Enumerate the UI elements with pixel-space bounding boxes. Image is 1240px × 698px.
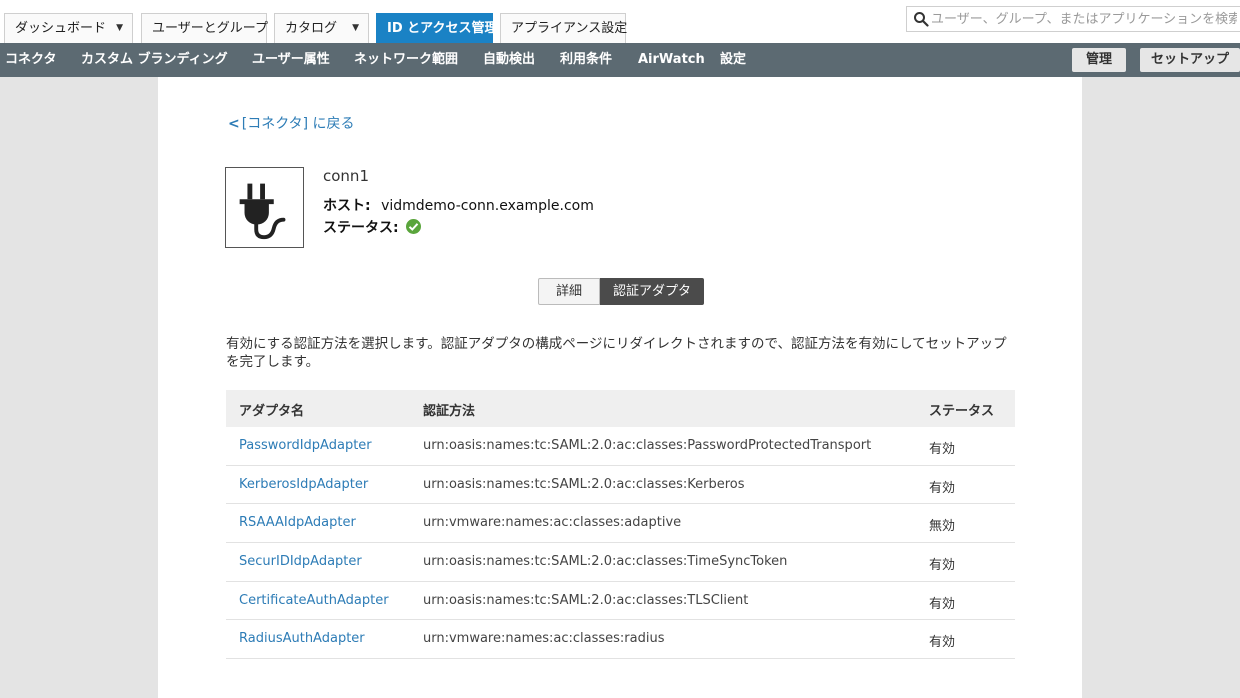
tab-catalog-label: カタログ <box>285 21 338 36</box>
adapter-link[interactable]: RadiusAuthAdapter <box>239 631 365 646</box>
table-row: SecurIDIdpAdapter urn:oasis:names:tc:SAM… <box>226 543 1015 582</box>
setup-button[interactable]: セットアップ <box>1140 48 1240 72</box>
subnav-item-airwatch[interactable]: AirWatch <box>638 43 705 77</box>
description-text: 有効にする認証方法を選択します。認証アダプタの構成ページにリダイレクトされますの… <box>226 336 1007 370</box>
subnav-item-connectors[interactable]: コネクタ <box>5 43 56 77</box>
adapter-status: 無効 <box>929 519 956 535</box>
search-input[interactable] <box>931 10 1237 29</box>
tab-dashboard-label: ダッシュボード <box>15 21 107 36</box>
subnav-item-settings[interactable]: 設定 <box>720 43 746 77</box>
back-link-label: [コネクタ] に戻る <box>241 116 355 132</box>
connector-name: conn1 <box>323 167 369 185</box>
tab-appliance-settings-label: アプライアンス設定 <box>511 21 628 36</box>
chevron-down-icon[interactable]: ▼ <box>352 14 359 43</box>
table-row: CertificateAuthAdapter urn:oasis:names:t… <box>226 582 1015 621</box>
adapter-status: 有効 <box>929 635 956 651</box>
tab-identity-access-label: ID とアクセス管理 <box>387 21 498 36</box>
table-row: KerberosIdpAdapter urn:oasis:names:tc:SA… <box>226 466 1015 505</box>
table-row: RadiusAuthAdapter urn:vmware:names:ac:cl… <box>226 620 1015 660</box>
subnav-item-user-attributes[interactable]: ユーザー属性 <box>252 43 330 77</box>
sub-navigation: コネクタ カスタム ブランディング ユーザー属性 ネットワーク範囲 自動検出 利… <box>0 43 1240 77</box>
search-icon[interactable] <box>913 11 929 27</box>
host-value: vidmdemo-conn.example.com <box>381 198 594 214</box>
connector-plug-icon <box>225 167 304 248</box>
tab-users-groups[interactable]: ユーザーとグループ <box>141 13 268 43</box>
auth-method: urn:vmware:names:ac:classes:radius <box>423 631 665 647</box>
adapter-status: 有効 <box>929 480 956 496</box>
adapter-link[interactable]: RSAAAIdpAdapter <box>239 515 356 530</box>
check-circle-icon <box>406 219 422 234</box>
column-header-method: 認証方法 <box>423 404 476 419</box>
adapter-status: 有効 <box>929 596 956 612</box>
tab-auth-adapters[interactable]: 認証アダプタ <box>600 278 704 305</box>
tab-appliance-settings[interactable]: アプライアンス設定 <box>500 13 628 43</box>
adapter-status: 有効 <box>929 558 956 574</box>
connector-host: ホスト: vidmdemo-conn.example.com <box>323 195 594 215</box>
tab-catalog[interactable]: カタログ ▼ <box>274 13 369 43</box>
tab-dashboard[interactable]: ダッシュボード ▼ <box>4 13 133 43</box>
connector-status: ステータス: <box>323 217 422 237</box>
host-label: ホスト: <box>323 198 371 214</box>
adapter-table: アダプタ名 認証方法 ステータス PasswordIdpAdapter urn:… <box>226 390 1015 660</box>
adapter-link[interactable]: PasswordIdpAdapter <box>239 438 372 453</box>
subnav-item-custom-branding[interactable]: カスタム ブランディング <box>81 43 228 77</box>
auth-method: urn:oasis:names:tc:SAML:2.0:ac:classes:T… <box>423 554 788 570</box>
auth-method: urn:oasis:names:tc:SAML:2.0:ac:classes:T… <box>423 592 749 608</box>
back-to-connectors-link[interactable]: < [コネクタ] に戻る <box>228 113 355 133</box>
auth-method: urn:oasis:names:tc:SAML:2.0:ac:classes:K… <box>423 476 745 492</box>
top-tab-bar: ダッシュボード ▼ ユーザーとグループ カタログ ▼ ID とアクセス管理 アプ… <box>0 0 1240 43</box>
auth-method: urn:vmware:names:ac:classes:adaptive <box>423 515 682 531</box>
adapter-link[interactable]: CertificateAuthAdapter <box>239 593 389 608</box>
table-row: RSAAAIdpAdapter urn:vmware:names:ac:clas… <box>226 504 1015 544</box>
chevron-left-icon: < <box>228 116 240 132</box>
auth-method: urn:oasis:names:tc:SAML:2.0:ac:classes:P… <box>423 438 872 453</box>
subnav-item-terms-of-use[interactable]: 利用条件 <box>560 43 612 77</box>
status-label: ステータス: <box>323 220 399 236</box>
tab-users-groups-label: ユーザーとグループ <box>152 21 268 36</box>
table-row: PasswordIdpAdapter urn:oasis:names:tc:SA… <box>226 427 1015 466</box>
manage-button[interactable]: 管理 <box>1072 48 1126 72</box>
subnav-item-auto-discovery[interactable]: 自動検出 <box>483 43 535 77</box>
tab-identity-access[interactable]: ID とアクセス管理 <box>376 13 498 43</box>
adapter-link[interactable]: KerberosIdpAdapter <box>239 477 368 492</box>
chevron-down-icon[interactable]: ▼ <box>116 14 123 43</box>
tab-details[interactable]: 詳細 <box>538 278 600 305</box>
column-header-status: ステータス <box>929 404 995 419</box>
adapter-link[interactable]: SecurIDIdpAdapter <box>239 554 362 569</box>
main-panel: < [コネクタ] に戻る conn1 ホスト: vidmdemo-conn.exa… <box>158 77 1082 698</box>
subnav-item-network-ranges[interactable]: ネットワーク範囲 <box>354 43 458 77</box>
table-header: アダプタ名 認証方法 ステータス <box>226 390 1015 427</box>
column-header-adapter: アダプタ名 <box>239 404 305 419</box>
search-box <box>906 6 1240 32</box>
adapter-status: 有効 <box>929 442 956 457</box>
